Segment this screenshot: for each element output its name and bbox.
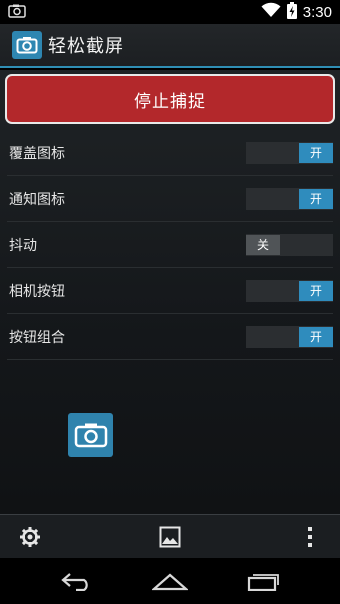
bottom-toolbar: [0, 514, 340, 558]
setting-label: 相机按钮: [9, 283, 65, 300]
home-icon[interactable]: [145, 566, 195, 596]
shake-toggle[interactable]: 关: [246, 233, 333, 256]
status-time: 3:30: [302, 3, 332, 21]
setting-label: 覆盖图标: [9, 145, 65, 162]
back-icon[interactable]: [52, 566, 102, 596]
toggle-knob: 关: [246, 234, 280, 255]
status-right: 3:30: [261, 1, 332, 23]
navigation-bar: [0, 558, 340, 604]
recent-apps-icon[interactable]: [238, 566, 288, 596]
toggle-knob: 开: [299, 280, 333, 301]
status-left: [8, 3, 26, 22]
overlay-icon-toggle[interactable]: 开: [246, 141, 333, 164]
setting-row-camera-button: 相机按钮 开: [7, 268, 333, 314]
toggle-knob: 开: [299, 188, 333, 209]
stop-capture-button[interactable]: 停止捕捉: [5, 74, 335, 124]
setting-label: 通知图标: [9, 191, 65, 208]
wifi-icon: [261, 2, 281, 22]
setting-row-shake: 抖动 关: [7, 222, 333, 268]
image-icon[interactable]: [156, 523, 184, 551]
app-camera-icon[interactable]: [12, 31, 42, 59]
overflow-menu-icon[interactable]: [296, 523, 324, 551]
settings-list: 覆盖图标 开 通知图标 开 抖动 关 相机按钮 开 按钮组合 开: [7, 130, 333, 360]
action-bar: 轻松截屏: [0, 24, 340, 68]
camera-button-toggle[interactable]: 开: [246, 279, 333, 302]
gear-icon[interactable]: [16, 523, 44, 551]
setting-label: 抖动: [9, 237, 37, 254]
floating-camera-button[interactable]: [68, 413, 113, 457]
toggle-knob: 开: [299, 326, 333, 347]
setting-row-overlay-icon: 覆盖图标 开: [7, 130, 333, 176]
app-title: 轻松截屏: [48, 36, 124, 57]
status-bar: 3:30: [0, 0, 340, 24]
notification-icon-toggle[interactable]: 开: [246, 187, 333, 210]
main-content: 停止捕捉 覆盖图标 开 通知图标 开 抖动 关 相机按钮 开 按钮组合 开: [0, 70, 340, 514]
battery-charging-icon: [286, 1, 297, 23]
setting-label: 按钮组合: [9, 329, 65, 346]
setting-row-button-combo: 按钮组合 开: [7, 314, 333, 360]
setting-row-notification-icon: 通知图标 开: [7, 176, 333, 222]
screenshot-notification-icon: [8, 3, 26, 22]
button-combo-toggle[interactable]: 开: [246, 325, 333, 348]
toggle-knob: 开: [299, 142, 333, 163]
